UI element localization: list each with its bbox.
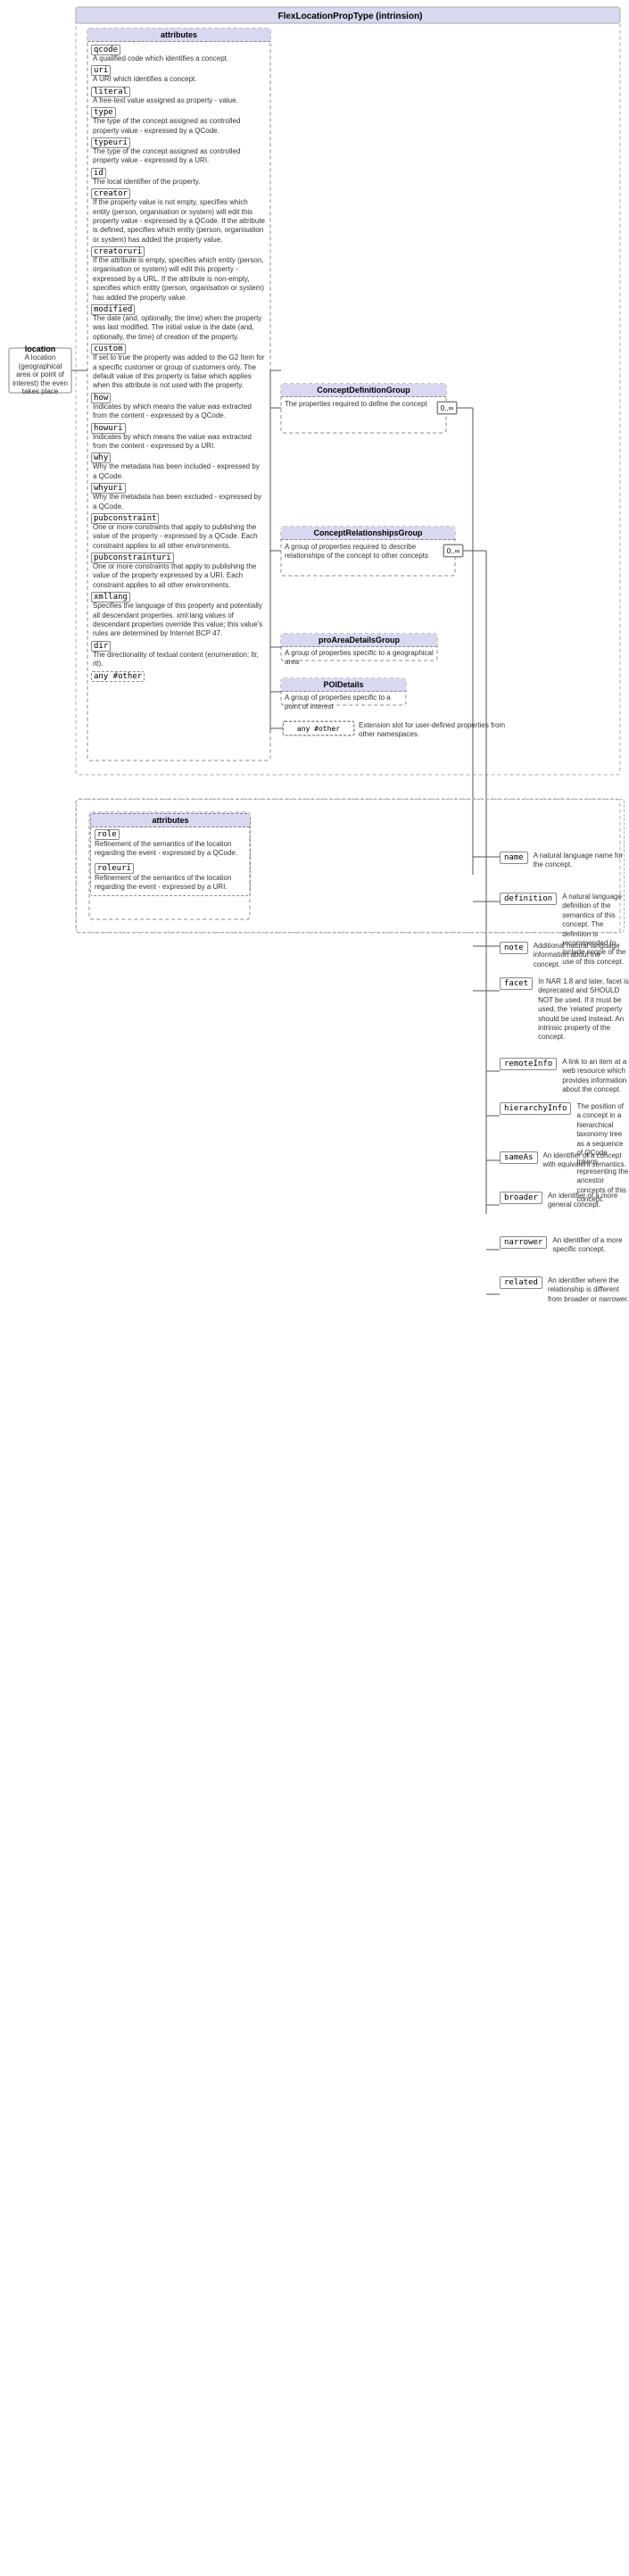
main-attributes-box: attributes qcode A qualified code which … — [87, 29, 270, 684]
prop-related: related An identifier where the relation… — [500, 1276, 629, 1304]
attr-typeuri: typeuri The type of the concept assigned… — [87, 137, 270, 167]
attr-id-name: id — [91, 168, 106, 179]
attr-pubconstrainturi: pubconstrainturi One or more constraints… — [87, 552, 270, 591]
attr-id: id The local identifier of the property. — [87, 167, 270, 187]
prop-narrower-desc: An identifier of a more specific concept… — [552, 1236, 629, 1255]
concept-definition-group-desc: The properties required to define the co… — [281, 397, 446, 411]
attr-role-name: role — [95, 829, 120, 840]
diagram-title: FlexLocationPropType (intrinsion) — [76, 9, 625, 23]
prop-facet-desc: In NAR 1.8 and later, facet is deprecate… — [538, 977, 629, 1043]
prop-hierarchyinfo-box: hierarchyInfo — [500, 1102, 571, 1115]
attr-dir-name: dir — [91, 641, 111, 652]
bottom-attributes-header: attributes — [91, 814, 250, 827]
prop-broader: broader An identifier of a more general … — [500, 1192, 629, 1210]
attr-howuri-name: howuri — [91, 423, 126, 434]
attr-any-other: any #other — [87, 670, 270, 682]
prop-sameas-box: sameAs — [500, 1151, 538, 1164]
attr-pubconstraint: pubconstraint One or more constraints th… — [87, 512, 270, 552]
concept-definition-group-box: ConceptDefinitionGroup The properties re… — [281, 384, 446, 411]
attr-howuri: howuri Indicates by which means the valu… — [87, 422, 270, 453]
prop-narrower: narrower An identifier of a more specifi… — [500, 1236, 629, 1255]
prop-broader-box: broader — [500, 1192, 542, 1204]
attr-whyuri: whyuri Why the metadata has been exclude… — [87, 482, 270, 512]
attr-creatoruri: creatoruri If the attribute is empty, sp… — [87, 245, 270, 303]
attr-roleuri: roleuri Refinement of the semantics of t… — [91, 861, 250, 895]
location-name: location — [25, 345, 56, 353]
prop-narrower-box: narrower — [500, 1236, 547, 1249]
bottom-section: attributes role Refinement of the semant… — [76, 799, 625, 933]
location-label: location A location (geographical area o… — [9, 348, 71, 393]
concept-definition-group-header: ConceptDefinitionGroup — [281, 384, 446, 397]
attr-literal-name: literal — [91, 87, 130, 97]
prop-note: note Additional natural language informa… — [500, 942, 629, 969]
attr-how: how Indicates by which means the value w… — [87, 392, 270, 422]
prop-sameas: sameAs An identifier of a concept with e… — [500, 1151, 629, 1170]
attr-xmllang: xmllang Specifies the language of this p… — [87, 591, 270, 640]
attr-uri: uri A URI which identifies a concept. — [87, 64, 270, 85]
attr-type: type The type of the concept assigned as… — [87, 106, 270, 137]
attr-roleuri-name: roleuri — [95, 863, 134, 874]
prop-note-box: note — [500, 942, 528, 954]
attr-role: role Refinement of the semantics of the … — [91, 827, 250, 861]
concept-definition-group-multiplicity: 0..∞ — [437, 402, 457, 414]
prop-sameas-desc: An identifier of a concept with equivale… — [543, 1151, 629, 1170]
attr-creator: creator If the property value is not emp… — [87, 187, 270, 245]
attributes-header: attributes — [87, 29, 270, 42]
attributes-list: qcode A qualified code which identifies … — [87, 42, 270, 684]
poi-details-box: POIDetails A group of properties specifi… — [281, 678, 406, 714]
prop-remoteinfo: remoteInfo A link to an item at a web re… — [500, 1058, 629, 1095]
concept-relationships-group-box: ConceptRelationshipsGroup A group of pro… — [281, 527, 455, 564]
location-desc: A location (geographical area or point o… — [11, 353, 70, 396]
attr-modified: modified The date (and, optionally, the … — [87, 303, 270, 343]
prop-facet-box: facet — [500, 977, 533, 990]
pro-area-details-header: proAreaDetailsGroup — [281, 634, 437, 647]
prop-remoteinfo-box: remoteInfo — [500, 1058, 557, 1070]
attr-why: why Why the metadata has been included -… — [87, 452, 270, 482]
pro-area-details-box: proAreaDetailsGroup A group of propertie… — [281, 634, 437, 669]
attr-dir: dir The directionality of textual conten… — [87, 640, 270, 670]
prop-broader-desc: An identifier of a more general concept. — [548, 1192, 629, 1210]
attr-how-name: how — [91, 393, 111, 403]
attr-custom: custom If set to true the property was a… — [87, 343, 270, 392]
concept-relationships-group-desc: A group of properties required to descri… — [281, 540, 455, 564]
poi-details-header: POIDetails — [281, 678, 406, 692]
poi-details-desc: A group of properties specific to a poin… — [281, 692, 406, 714]
prop-related-desc: An identifier where the relationship is … — [548, 1276, 629, 1304]
attr-any-other-name: any #other — [91, 671, 145, 682]
attr-qcode: qcode A qualified code which identifies … — [87, 44, 270, 64]
attr-literal: literal A free-text value assigned as pr… — [87, 86, 270, 106]
concept-relationships-group-header: ConceptRelationshipsGroup — [281, 527, 455, 540]
prop-facet: facet In NAR 1.8 and later, facet is dep… — [500, 977, 629, 1043]
prop-note-desc: Additional natural language information … — [534, 942, 629, 969]
bottom-attributes-box: attributes role Refinement of the semant… — [90, 813, 251, 896]
any-other-element: any #other — [283, 721, 354, 735]
concept-relationships-group-multiplicity: 0..∞ — [443, 544, 463, 557]
any-other-desc: Extension slot for user-defined properti… — [359, 721, 519, 740]
pro-area-details-desc: A group of properties specific to a geog… — [281, 647, 437, 669]
prop-remoteinfo-desc: A link to an item at a web resource whic… — [562, 1058, 629, 1095]
prop-related-box: related — [500, 1276, 542, 1289]
